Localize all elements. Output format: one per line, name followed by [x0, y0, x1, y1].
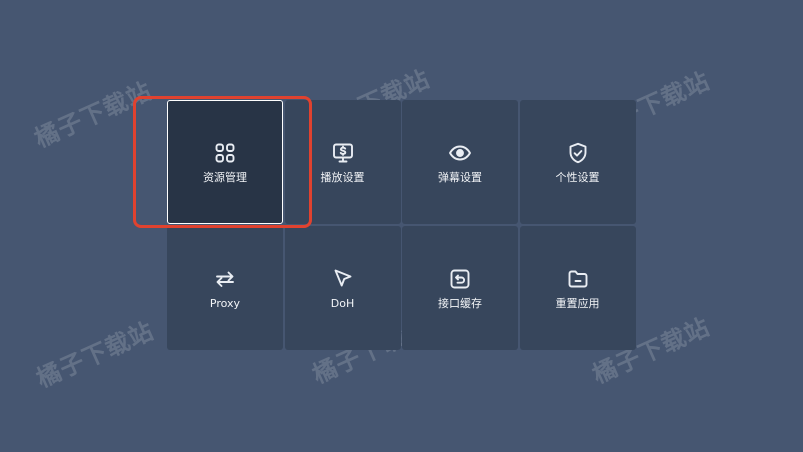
settings-menu-grid: 资源管理 播放设置 弹幕设置 个性设置 Proxy DoH 接口缓存 重置应用 [167, 100, 636, 351]
tile-interface-cache[interactable]: 接口缓存 [402, 226, 518, 350]
tile-label: Proxy [209, 296, 241, 310]
tile-playback-settings[interactable]: 播放设置 [284, 100, 401, 224]
watermark: 橘子下载站 [32, 316, 159, 394]
tile-resource-management[interactable]: 资源管理 [167, 100, 283, 224]
tile-reset-app[interactable]: 重置应用 [519, 226, 636, 350]
tile-proxy[interactable]: Proxy [167, 226, 283, 350]
swap-arrows-icon [212, 266, 238, 292]
shield-check-icon [565, 140, 591, 166]
eye-icon [447, 140, 473, 166]
tile-label: 接口缓存 [438, 296, 482, 310]
tile-label: 资源管理 [203, 170, 247, 184]
monitor-dollar-icon [330, 140, 356, 166]
tile-label: 重置应用 [555, 296, 600, 310]
tile-doh[interactable]: DoH [284, 226, 401, 350]
watermark: 橘子下载站 [30, 76, 157, 154]
folder-icon [565, 266, 591, 292]
tile-label: 个性设置 [555, 170, 600, 184]
grid-apps-icon [212, 140, 238, 166]
tile-danmaku-settings[interactable]: 弹幕设置 [402, 100, 518, 224]
tile-label: 弹幕设置 [438, 170, 482, 184]
tile-personal-settings[interactable]: 个性设置 [519, 100, 636, 224]
tile-label: 播放设置 [320, 170, 365, 184]
restore-box-icon [447, 266, 473, 292]
cursor-pointer-icon [330, 266, 356, 292]
tile-label: DoH [330, 296, 355, 310]
